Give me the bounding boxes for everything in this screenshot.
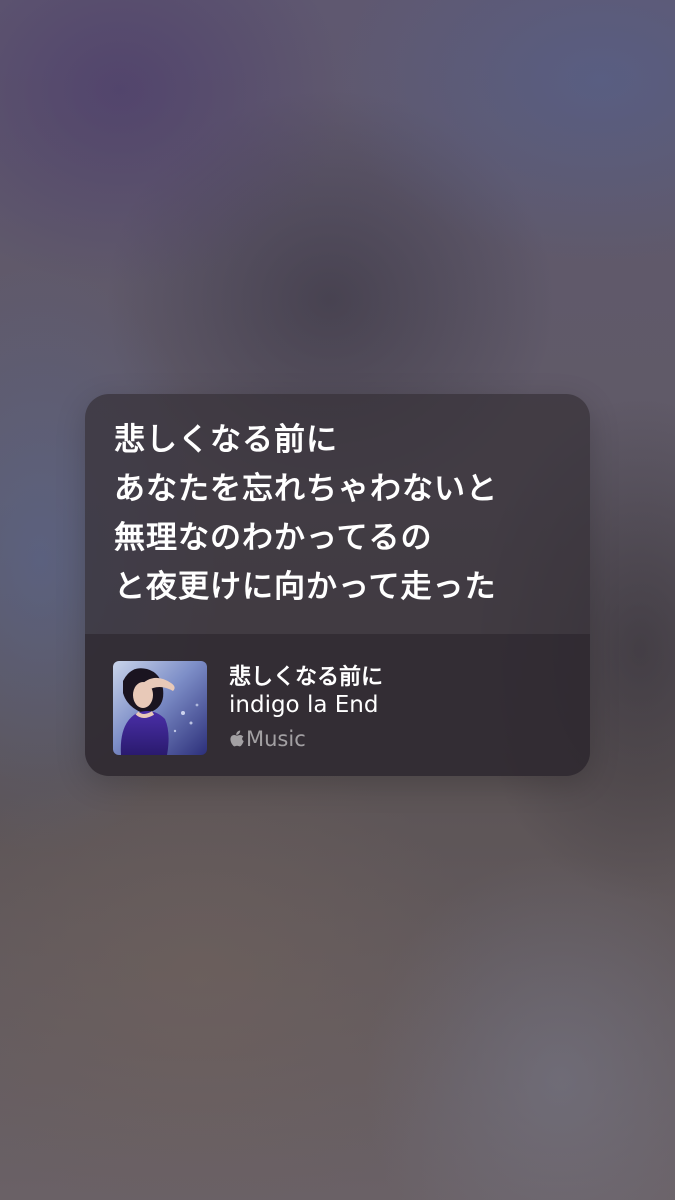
song-artist: indigo la End bbox=[229, 692, 379, 718]
album-artwork[interactable] bbox=[113, 661, 207, 755]
lyric-line: 悲しくなる前に bbox=[114, 422, 338, 458]
lyric-line: と夜更けに向かって走った bbox=[114, 569, 497, 605]
album-artwork-image bbox=[113, 661, 207, 755]
song-title: 悲しくなる前に bbox=[229, 665, 384, 690]
service-label: Music bbox=[246, 727, 306, 751]
lyric-line: あなたを忘れちゃわないと bbox=[114, 471, 498, 507]
apple-logo-icon bbox=[230, 730, 244, 746]
lyrics-block: 悲しくなる前に あなたを忘れちゃわないと 無理なのわかってるの と夜更けに向かっ… bbox=[114, 416, 570, 612]
apple-music-badge: Music bbox=[229, 726, 306, 752]
song-info[interactable]: 悲しくなる前に indigo la End Music bbox=[85, 634, 590, 776]
lyric-line: 無理なのわかってるの bbox=[114, 520, 433, 556]
lyrics-share-card[interactable]: 悲しくなる前に あなたを忘れちゃわないと 無理なのわかってるの と夜更けに向かっ… bbox=[85, 394, 590, 776]
